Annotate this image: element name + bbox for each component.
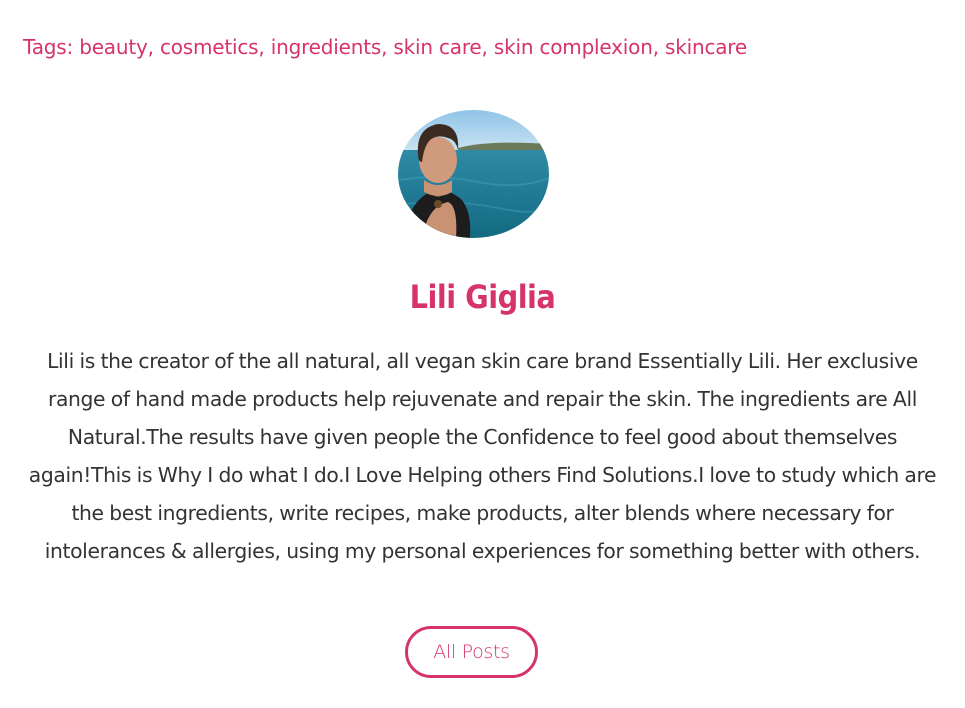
tags-prefix: Tags: [23,35,74,59]
tag-link-beauty[interactable]: beauty [79,35,148,59]
author-photo [398,110,549,238]
post-tags: Tags: beauty, cosmetics, ingredients, sk… [23,35,747,59]
author-avatar [398,110,549,238]
tag-link-cosmetics[interactable]: cosmetics [160,35,259,59]
author-bio: Lili is the creator of the all natural, … [28,349,937,563]
tag-link-ingredients[interactable]: ingredients [271,35,382,59]
all-posts-button[interactable]: All Posts [405,626,538,678]
author-name: Lili Giglia [409,278,556,316]
tag-link-skin-care[interactable]: skin care [393,35,481,59]
tag-link-skin-complexion[interactable]: skin complexion [494,35,653,59]
tag-link-skincare[interactable]: skincare [665,35,747,59]
